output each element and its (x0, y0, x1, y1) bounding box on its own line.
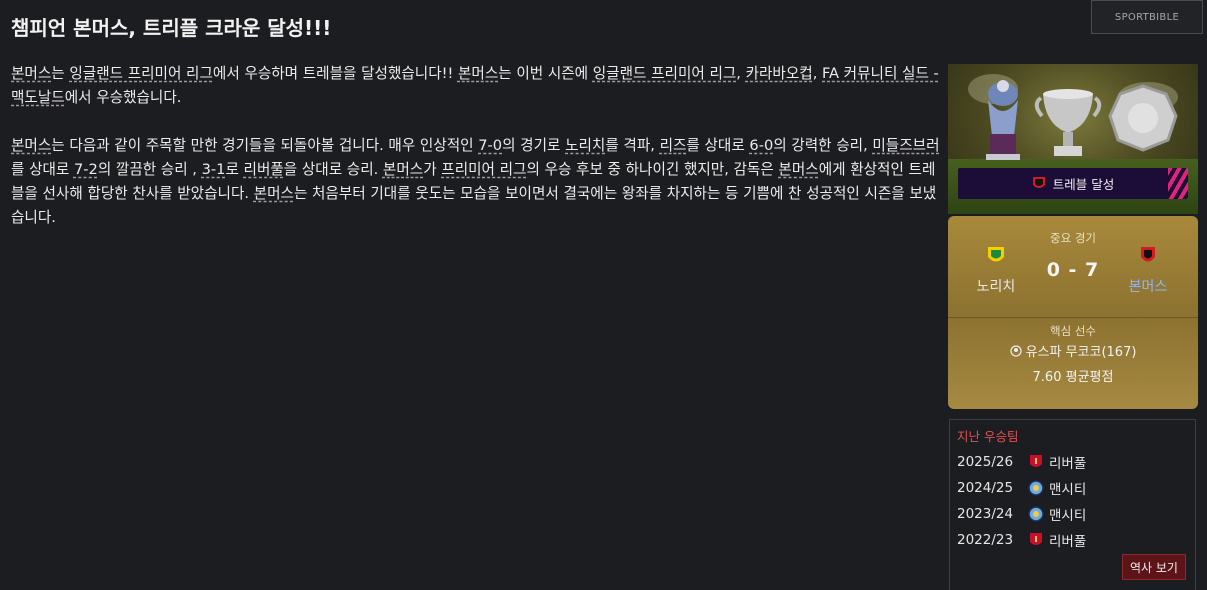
article-text: 을 상대로 승리. (283, 161, 383, 178)
key-match-heading: 중요 경기 (1050, 231, 1096, 245)
liverpool-crest-icon (1023, 454, 1049, 470)
trophies-image (986, 80, 1178, 160)
winner-row[interactable]: 2023/24 맨시티 (957, 503, 1086, 525)
article-text: 에서 우승하며 트레블을 달성했습니다!! (212, 65, 458, 82)
page-title: 챔피언 본머스, 트리플 크라운 달성!!! (11, 16, 332, 40)
away-team-label: 본머스 (1128, 279, 1168, 295)
article-link[interactable]: 잉글랜드 프리미어 리그 (69, 65, 213, 82)
article-body: 본머스는 잉글랜드 프리미어 리그에서 우승하며 트레블을 달성했습니다!! 본… (11, 62, 946, 254)
winner-team: 맨시티 (1049, 482, 1087, 498)
winner-season: 2025/26 (957, 454, 1014, 470)
article-link[interactable]: 프리미어 리그 (441, 161, 526, 178)
winner-row[interactable]: 2025/26 리버풀 (957, 451, 1086, 473)
player-rating: 7.60 평균평점 (1032, 370, 1114, 385)
article-link[interactable]: 노리치 (565, 137, 605, 154)
article-link[interactable]: 리즈 (660, 137, 687, 154)
article-text: 의 강력한 승리, (773, 137, 873, 154)
past-winners-heading: 지난 우승팀 (957, 429, 1019, 444)
man-city-crest-icon (1023, 480, 1049, 496)
winner-season: 2024/25 (957, 480, 1014, 496)
article-link[interactable]: 미들즈브러 (872, 137, 939, 154)
key-player[interactable]: 유스파 무코코(167) (948, 341, 1198, 360)
badge-stripe (1168, 168, 1188, 199)
article-text: 에서 우승했습니다. (64, 89, 182, 106)
article-text: , (736, 65, 746, 82)
card-divider (948, 317, 1198, 318)
liverpool-crest-icon (1023, 532, 1049, 548)
article-link[interactable]: 카라바오컵 (746, 65, 813, 82)
article-link[interactable]: 잉글랜드 프리미어 리그 (593, 65, 737, 82)
treble-label: 트레블 달성 (1052, 177, 1115, 192)
article-text: 는 (51, 65, 70, 82)
article-text: 가 (423, 161, 442, 178)
article-link[interactable]: 본머스 (458, 65, 498, 82)
bournemouth-crest-icon (1141, 247, 1155, 262)
winner-row[interactable]: 2024/25 맨시티 (957, 477, 1086, 499)
article-link[interactable]: 본머스 (11, 137, 51, 154)
article-text: , (812, 65, 822, 82)
key-match-card: 중요 경기 노리치 0 - 7 본머스 핵심 선수 유스파 무코코(167) 7… (948, 216, 1198, 409)
article-link[interactable]: 본머스 (11, 65, 51, 82)
winner-row[interactable]: 2022/23 리버풀 (957, 529, 1086, 551)
sportbible-logo[interactable]: SPORTBIBLE (1091, 0, 1203, 34)
trophy-banner: 트레블 달성 (948, 64, 1198, 214)
article-text: 의 깔끔한 승리 , (97, 161, 202, 178)
article-link[interactable]: 7-0 (478, 137, 502, 154)
article-link[interactable]: 본머스 (383, 161, 423, 178)
premier-league-trophy-icon (986, 80, 1020, 160)
article-link[interactable]: 본머스 (778, 161, 818, 178)
key-player-heading: 핵심 선수 (1050, 324, 1096, 338)
key-player-name: 유스파 무코코(167) (1025, 345, 1137, 360)
article-paragraph-1: 본머스는 잉글랜드 프리미어 리그에서 우승하며 트레블을 달성했습니다!! 본… (11, 62, 946, 110)
winner-season: 2023/24 (957, 506, 1014, 522)
article-text: 는 이번 시즌에 (498, 65, 593, 82)
away-team[interactable]: 본머스 (1108, 246, 1188, 296)
carabao-cup-icon (1034, 89, 1102, 156)
article-link[interactable]: 3-1 (202, 161, 226, 178)
winner-team: 리버풀 (1049, 456, 1087, 472)
man-city-crest-icon (1023, 506, 1049, 522)
bournemouth-crest-icon (1032, 176, 1045, 188)
article-text: 를 상대로 (686, 137, 750, 154)
article-text: 의 경기로 (502, 137, 566, 154)
article-link[interactable]: 7-2 (74, 161, 98, 178)
history-button[interactable]: 역사 보기 (1122, 554, 1186, 580)
article-link[interactable]: 본머스 (254, 185, 294, 202)
article-text: 는 다음과 같이 주목할 만한 경기들을 되돌아볼 겁니다. 매우 인상적인 (51, 137, 479, 154)
player-icon (1009, 345, 1022, 357)
article-text: 를 상대로 (11, 161, 74, 178)
treble-badge: 트레블 달성 (958, 168, 1188, 199)
article-text: 의 우승 후보 중 하나이긴 했지만, 감독은 (526, 161, 779, 178)
article-text: 로 (225, 161, 244, 178)
community-shield-icon (1108, 84, 1178, 152)
article-text: 를 격파, (605, 137, 660, 154)
winner-team: 맨시티 (1049, 508, 1087, 524)
article-link[interactable]: 리버풀 (244, 161, 284, 178)
winner-season: 2022/23 (957, 532, 1014, 548)
article-paragraph-2: 본머스는 다음과 같이 주목할 만한 경기들을 되돌아볼 겁니다. 매우 인상적… (11, 134, 946, 230)
winner-team: 리버풀 (1049, 534, 1087, 550)
article-link[interactable]: 6-0 (749, 137, 773, 154)
